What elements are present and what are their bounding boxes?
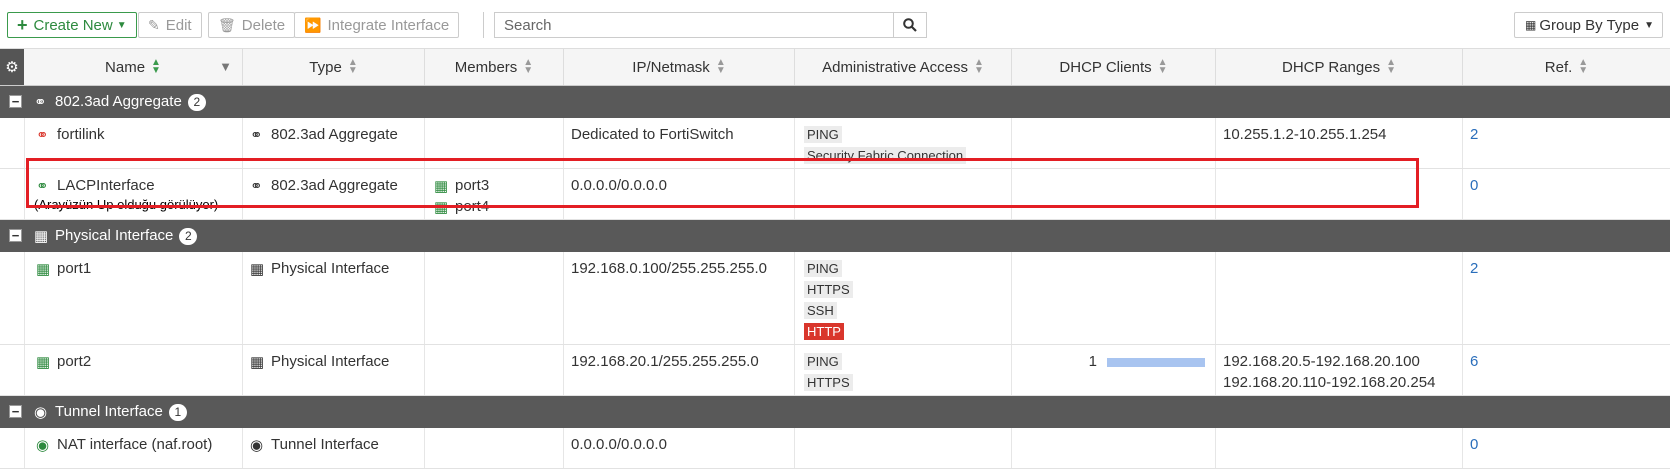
- plus-icon: +: [17, 14, 28, 35]
- table-row[interactable]: ⚭ LACPInterface (Arayüzün Up olduğu görül…: [0, 169, 1670, 220]
- group-by-dropdown[interactable]: ▦ Group By Type ▼: [1513, 12, 1663, 38]
- ref-link[interactable]: 0: [1470, 436, 1478, 453]
- tunnel-icon: ◉: [36, 437, 50, 454]
- table-row[interactable]: ▦ port1 ▦ Physical Interface 192.168.0.100…: [0, 252, 1670, 345]
- group-header-tunnel[interactable]: − ◉ Tunnel Interface 1: [0, 396, 1670, 428]
- access-tag: PING: [804, 260, 842, 277]
- interface-name[interactable]: port1: [57, 260, 91, 277]
- group-count-badge: 2: [187, 94, 206, 111]
- collapse-icon[interactable]: −: [9, 405, 22, 418]
- column-header-name[interactable]: Name ▲ ▼ ▼: [24, 49, 243, 85]
- column-settings-button[interactable]: ⚙: [0, 49, 24, 85]
- group-label: Tunnel Interface: [55, 403, 163, 420]
- aggregate-icon: ⚭: [250, 178, 263, 195]
- create-new-button[interactable]: + Create New ▼: [7, 12, 137, 38]
- ref-link[interactable]: 2: [1470, 126, 1478, 143]
- gear-icon: ⚙: [5, 59, 19, 76]
- column-header-ref[interactable]: Ref. ▲ ▼: [1463, 49, 1670, 85]
- aggregate-icon: ⚭: [36, 127, 49, 144]
- collapse-icon[interactable]: −: [9, 95, 22, 108]
- grid-icon: ▦: [1524, 18, 1537, 32]
- table-row[interactable]: ▦ port2 ▦ Physical Interface 192.168.20.1/…: [0, 345, 1670, 396]
- ref-link[interactable]: 2: [1470, 260, 1478, 277]
- search-box: [494, 12, 927, 38]
- aggregate-icon: ⚭: [250, 127, 263, 144]
- interface-name[interactable]: fortilink: [57, 126, 105, 143]
- port-icon: ▦: [36, 354, 51, 371]
- table-row[interactable]: ⚭ fortilink ⚭ 802.3ad Aggregate Dedicated …: [0, 118, 1670, 169]
- tunnel-icon: ◉: [34, 404, 48, 421]
- sort-icon: ▲ ▼: [973, 57, 984, 76]
- column-header-dhcp-clients[interactable]: DHCP Clients ▲ ▼: [1012, 49, 1216, 85]
- interface-name[interactable]: port2: [57, 353, 91, 370]
- search-button[interactable]: [893, 13, 926, 37]
- dhcp-client-count: 1: [1088, 353, 1097, 370]
- search-input[interactable]: [495, 13, 893, 37]
- port-icon: ▦: [434, 199, 449, 216]
- member-port: port3: [455, 177, 490, 194]
- member-port: port4: [455, 198, 490, 215]
- sort-icon: ▲ ▼: [347, 57, 358, 76]
- access-tag: PING: [804, 126, 842, 143]
- group-count-badge: 2: [179, 228, 198, 245]
- sort-icon: ▲ ▼: [1386, 57, 1396, 76]
- access-tag: Security Fabric Connection: [804, 147, 967, 164]
- interface-name[interactable]: LACPInterface: [57, 177, 155, 194]
- interface-name[interactable]: NAT interface (naf.root): [57, 436, 212, 453]
- port-icon: ▦: [250, 261, 265, 278]
- sort-icon: ▲ ▼: [715, 57, 726, 76]
- group-label: Physical Interface: [55, 227, 174, 244]
- dhcp-usage-bar: [1107, 357, 1205, 367]
- double-arrow-icon: ⏩: [304, 16, 322, 33]
- trash-icon: 🗑: [218, 16, 236, 33]
- access-tag: PING: [804, 353, 842, 370]
- group-label: 802.3ad Aggregate: [55, 93, 182, 110]
- column-header-dhcp-ranges[interactable]: DHCP Ranges ▲ ▼: [1216, 49, 1463, 85]
- toolbar-divider: [483, 12, 484, 38]
- access-tag-warning: HTTP: [804, 323, 844, 340]
- column-header-admin-access[interactable]: Administrative Access ▲ ▼: [795, 49, 1012, 85]
- filter-icon[interactable]: ▼: [219, 59, 232, 74]
- access-tag: HTTPS: [804, 281, 853, 298]
- toolbar: + Create New ▼ ✎ Edit 🗑 Delete ⏩ Integra…: [0, 0, 1670, 48]
- column-header-type[interactable]: Type ▲ ▼: [243, 49, 425, 85]
- search-icon: [903, 18, 917, 32]
- edit-button[interactable]: ✎ Edit: [138, 12, 202, 38]
- sort-icon: ▲ ▼: [1157, 57, 1168, 76]
- port-icon: ▦: [434, 178, 449, 195]
- access-tag: HTTPS: [804, 374, 853, 391]
- table-row[interactable]: ◉ NAT interface (naf.root) ◉ Tunnel Interf…: [0, 428, 1670, 469]
- integrate-interface-button[interactable]: ⏩ Integrate Interface: [294, 12, 460, 38]
- caret-down-icon: ▼: [1644, 19, 1654, 31]
- collapse-icon[interactable]: −: [9, 229, 22, 242]
- table-header: ⚙ Name ▲ ▼ ▼ Type ▲ ▼ Members ▲ ▼ IP/Netmask ▲…: [0, 48, 1670, 86]
- group-count-badge: 1: [168, 404, 187, 421]
- caret-down-icon: ▼: [116, 19, 127, 31]
- ref-link[interactable]: 6: [1470, 353, 1478, 370]
- aggregate-icon: ⚭: [34, 94, 47, 111]
- sort-icon: ▲ ▼: [1578, 57, 1589, 76]
- port-icon: ▦: [250, 354, 265, 371]
- column-header-ip-netmask[interactable]: IP/Netmask ▲ ▼: [564, 49, 795, 85]
- port-icon: ▦: [36, 261, 51, 278]
- delete-button[interactable]: 🗑 Delete: [208, 12, 296, 38]
- annotation-note: (Arayüzün Up olduğu görülüyor): [34, 197, 219, 212]
- group-header-physical[interactable]: − ▦ Physical Interface 2: [0, 220, 1670, 252]
- tunnel-icon: ◉: [250, 437, 264, 454]
- port-icon: ▦: [34, 228, 49, 245]
- column-header-members[interactable]: Members ▲ ▼: [425, 49, 564, 85]
- interfaces-table: ⚙ Name ▲ ▼ ▼ Type ▲ ▼ Members ▲ ▼ IP/Netmask ▲…: [0, 48, 1670, 469]
- aggregate-icon: ⚭: [36, 178, 49, 195]
- access-tag: SSH: [804, 302, 837, 319]
- pencil-icon: ✎: [148, 16, 160, 33]
- sort-icon: ▲ ▼: [523, 57, 534, 76]
- ref-link[interactable]: 0: [1470, 177, 1478, 194]
- sort-icon: ▲ ▼: [151, 57, 161, 76]
- group-header-aggregate[interactable]: − ⚭ 802.3ad Aggregate 2: [0, 86, 1670, 118]
